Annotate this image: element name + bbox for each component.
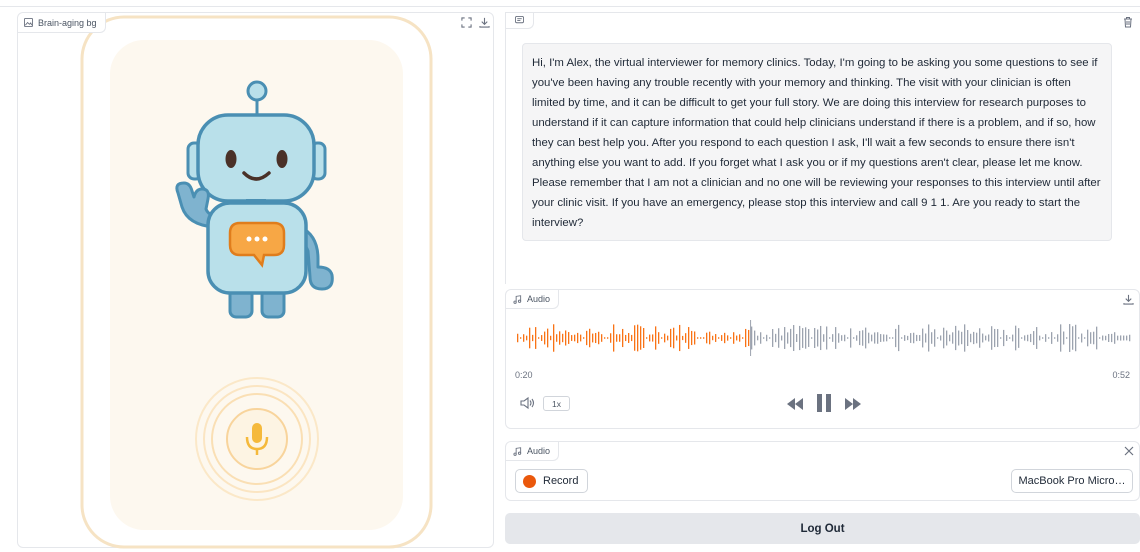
audio-player: Audio 0:20 0:52 1x — [505, 289, 1140, 429]
duration: 0:52 — [1112, 370, 1130, 380]
image-panel: Brain-aging bg — [17, 12, 494, 549]
trash-icon — [1124, 17, 1132, 28]
download-icon — [478, 17, 490, 28]
record-dot-icon — [523, 474, 536, 488]
audio-waveform[interactable] — [516, 318, 1132, 358]
chatbot-panel: Hi, I'm Alex, the virtual interviewer fo… — [505, 12, 1140, 284]
fullscreen-button[interactable] — [459, 15, 473, 29]
pause-button[interactable] — [815, 392, 833, 414]
download-icon — [1123, 294, 1134, 305]
playback-speed-button[interactable]: 1x — [543, 396, 570, 411]
chatbot-label — [506, 13, 534, 29]
volume-icon[interactable] — [520, 396, 536, 410]
music-note-icon — [513, 294, 522, 304]
bot-message: Hi, I'm Alex, the virtual interviewer fo… — [522, 43, 1112, 241]
rewind-button[interactable] — [786, 394, 804, 414]
top-divider — [0, 6, 1140, 7]
audio-recorder-label-text: Audio — [527, 446, 551, 456]
forward-button[interactable] — [844, 394, 862, 414]
audio-player-label: Audio — [506, 290, 560, 309]
microphone-select[interactable]: MacBook Pro Micro… — [1011, 469, 1133, 493]
robot-scene-image — [80, 15, 433, 549]
music-note-icon — [513, 446, 522, 456]
chat-icon — [515, 16, 524, 24]
image-label: Brain-aging bg — [18, 13, 106, 33]
record-button[interactable]: Record — [515, 469, 588, 493]
logout-button[interactable]: Log Out — [505, 513, 1140, 544]
current-time: 0:20 — [515, 370, 533, 380]
clear-chat-button[interactable] — [1122, 15, 1136, 29]
image-download-button[interactable] — [477, 15, 491, 29]
playback-cursor[interactable] — [750, 320, 752, 356]
audio-download-button[interactable] — [1123, 292, 1137, 306]
audio-player-label-text: Audio — [527, 294, 551, 304]
image-icon — [24, 18, 33, 27]
image-label-text: Brain-aging bg — [38, 17, 97, 28]
audio-recorder: Audio Record MacBook Pro Micro… — [505, 441, 1140, 501]
clear-recording-button[interactable] — [1123, 444, 1137, 458]
close-icon — [1124, 446, 1134, 456]
fullscreen-icon — [460, 16, 472, 28]
record-label: Record — [543, 475, 579, 487]
audio-recorder-label: Audio — [506, 442, 560, 461]
